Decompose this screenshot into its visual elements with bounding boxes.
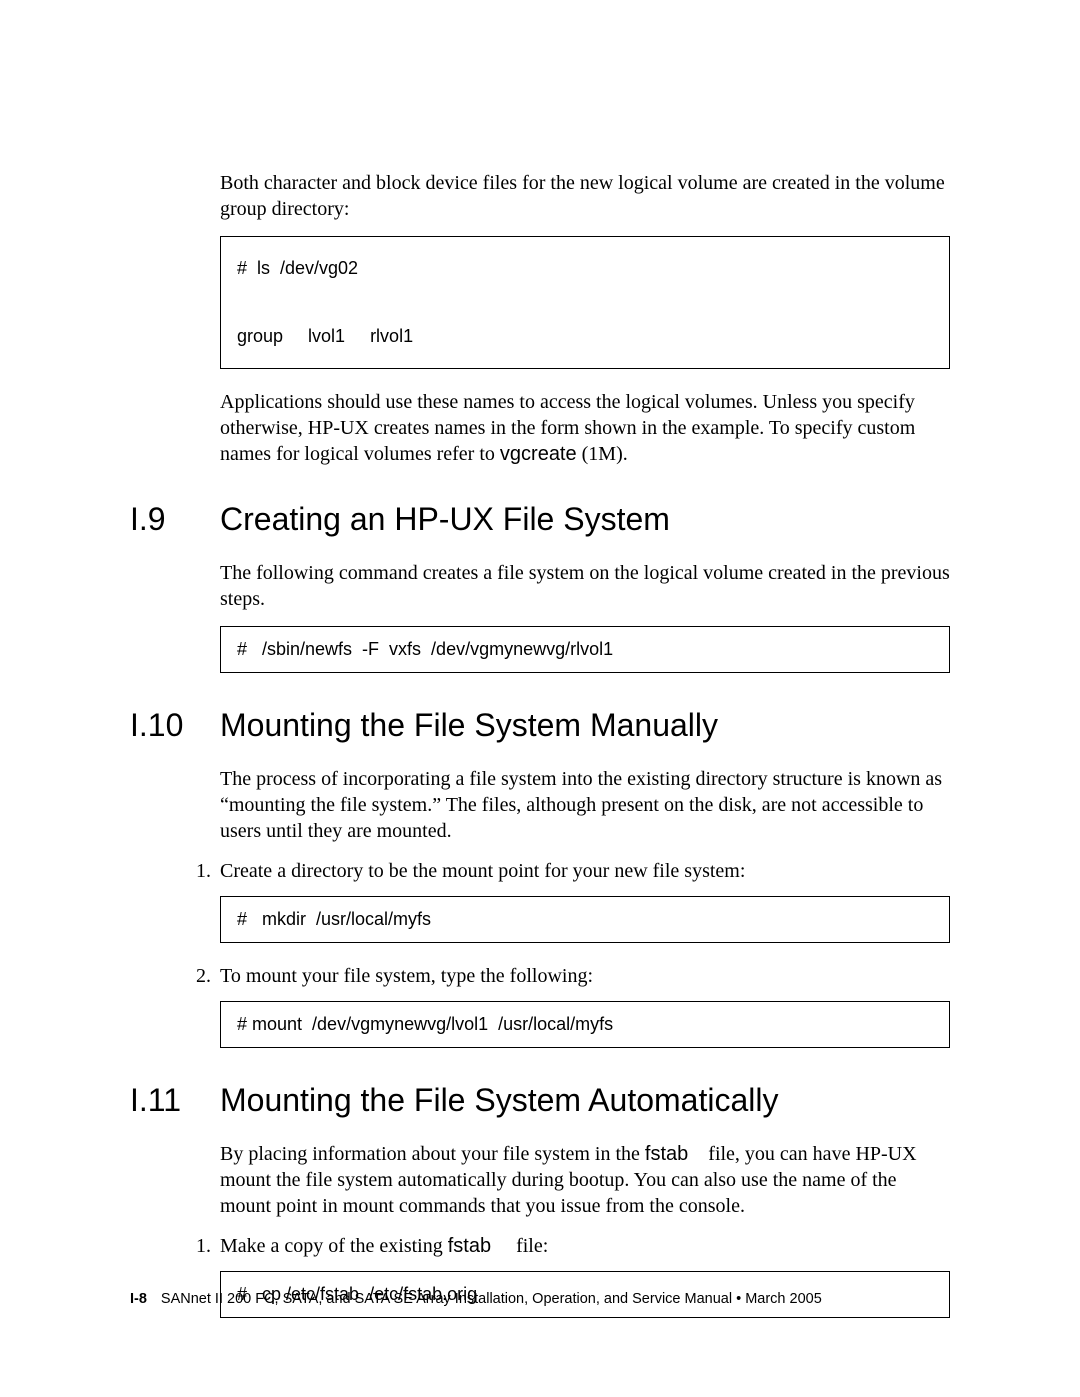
step-2: 2. To mount your file system, type the f… bbox=[130, 963, 950, 989]
section-number: I.10 bbox=[130, 707, 220, 744]
page-footer: I-8 SANnet II 200 FC, SATA, and SATA SE A… bbox=[130, 1291, 822, 1307]
step-text: Create a directory to be the mount point… bbox=[220, 858, 745, 884]
inline-code-vgcreate: vgcreate bbox=[500, 443, 577, 465]
section-title: Mounting the File System Manually bbox=[220, 707, 718, 744]
section-para: The process of incorporating a file syst… bbox=[130, 766, 950, 844]
text-run: file: bbox=[511, 1235, 548, 1257]
section-i9: I.9 Creating an HP-UX File System The fo… bbox=[130, 501, 950, 673]
heading-i9: I.9 Creating an HP-UX File System bbox=[130, 501, 950, 538]
code-block-newfs: # /sbin/newfs -F vxfs /dev/vgmynewvg/rlv… bbox=[220, 626, 950, 673]
heading-i11: I.11 Mounting the File System Automatica… bbox=[130, 1082, 950, 1119]
section-para: By placing information about your file s… bbox=[130, 1141, 950, 1219]
step-1: 1. Make a copy of the existing fstab fil… bbox=[130, 1233, 950, 1259]
section-number: I.9 bbox=[130, 501, 220, 538]
step-text: To mount your file system, type the foll… bbox=[220, 963, 593, 989]
page-number: I-8 bbox=[130, 1291, 147, 1307]
intro-para: Both character and block device files fo… bbox=[130, 170, 950, 222]
inline-code-fstab: fstab bbox=[645, 1143, 688, 1165]
section-title: Creating an HP-UX File System bbox=[220, 501, 670, 538]
list-marker: 1. bbox=[196, 858, 220, 884]
section-number: I.11 bbox=[130, 1082, 220, 1119]
text-run: (1M). bbox=[577, 443, 628, 465]
text-run: By placing information about your file s… bbox=[220, 1143, 645, 1165]
footer-text: SANnet II 200 FC, SATA, and SATA SE Arra… bbox=[161, 1291, 822, 1307]
section-para: The following command creates a file sys… bbox=[130, 560, 950, 612]
text-run: Make a copy of the existing bbox=[220, 1235, 448, 1257]
document-page: Both character and block device files fo… bbox=[0, 0, 1080, 1397]
list-marker: 2. bbox=[196, 963, 220, 989]
step-text: Make a copy of the existing fstab file: bbox=[220, 1233, 548, 1259]
list-marker: 1. bbox=[196, 1233, 220, 1259]
inline-code-fstab: fstab bbox=[448, 1235, 491, 1257]
intro-para-2: Applications should use these names to a… bbox=[130, 389, 950, 467]
heading-i10: I.10 Mounting the File System Manually bbox=[130, 707, 950, 744]
code-block-mkdir: # mkdir /usr/local/myfs bbox=[220, 896, 950, 943]
code-block-mount: # mount /dev/vgmynewvg/lvol1 /usr/local/… bbox=[220, 1001, 950, 1048]
step-1: 1. Create a directory to be the mount po… bbox=[130, 858, 950, 884]
section-i10: I.10 Mounting the File System Manually T… bbox=[130, 707, 950, 1048]
code-block-ls: # ls /dev/vg02 group lvol1 rlvol1 bbox=[220, 236, 950, 369]
section-title: Mounting the File System Automatically bbox=[220, 1082, 778, 1119]
section-i11: I.11 Mounting the File System Automatica… bbox=[130, 1082, 950, 1318]
